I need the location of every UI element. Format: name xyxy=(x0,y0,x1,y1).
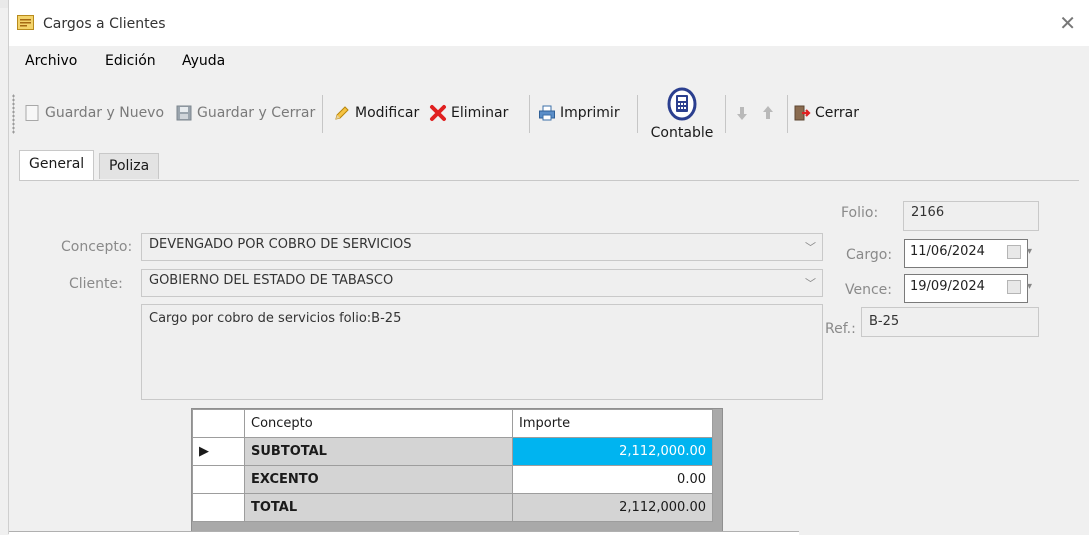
new-document-icon xyxy=(25,105,39,121)
table-row[interactable]: EXCENTO 0.00 xyxy=(192,465,713,494)
vence-value: 19/09/2024 xyxy=(910,279,985,294)
chevron-down-icon: ﹀ xyxy=(805,241,816,254)
menu-bar: Archivo Edición Ayuda xyxy=(9,46,1089,76)
folio-value: 2166 xyxy=(911,205,945,220)
contable-label: Contable xyxy=(650,125,714,141)
guardar-cerrar-button[interactable]: Guardar y Cerrar xyxy=(175,101,315,125)
arrow-down-icon xyxy=(737,107,747,120)
importes-grid: Concepto Importe ▶ SUBTOTAL 2,112,000.00… xyxy=(191,408,723,534)
column-header-concepto[interactable]: Concepto xyxy=(244,409,513,438)
move-down-button[interactable] xyxy=(733,101,755,125)
cliente-value: GOBIERNO DEL ESTADO DE TABASCO xyxy=(149,273,394,288)
concepto-label: Concepto: xyxy=(61,239,133,255)
vence-label: Vence: xyxy=(845,282,893,298)
eliminar-label: Eliminar xyxy=(451,105,509,121)
tab-strip: General Poliza xyxy=(19,150,1079,181)
ref-label: Ref.: xyxy=(825,321,856,337)
imprimir-button[interactable]: Imprimir xyxy=(538,101,620,125)
row-header-corner xyxy=(192,409,245,438)
pencil-icon xyxy=(335,106,349,120)
tab-poliza[interactable]: Poliza xyxy=(99,153,160,179)
menu-edicion[interactable]: Edición xyxy=(105,53,156,69)
cerrar-label: Cerrar xyxy=(815,105,859,121)
row-importe[interactable]: 0.00 xyxy=(512,465,713,494)
contable-button[interactable]: Contable xyxy=(647,85,717,143)
row-importe[interactable]: 2,112,000.00 xyxy=(512,493,713,522)
guardar-nuevo-button[interactable]: Guardar y Nuevo xyxy=(23,101,164,125)
vence-date-field[interactable]: 19/09/2024 ▾ xyxy=(904,274,1032,303)
general-panel: Folio: 2166 Concepto: DEVENGADO POR COBR… xyxy=(19,180,1079,535)
toolbar: Guardar y Nuevo Guardar y Cerrar Modific… xyxy=(9,77,1089,149)
concepto-value: DEVENGADO POR COBRO DE SERVICIOS xyxy=(149,237,412,252)
row-header xyxy=(192,465,245,494)
app-icon xyxy=(17,15,34,30)
row-concepto[interactable]: EXCENTO xyxy=(244,465,513,494)
printer-icon xyxy=(539,105,555,121)
close-window-button[interactable]: ✕ xyxy=(1059,11,1076,35)
guardar-cerrar-label: Guardar y Cerrar xyxy=(197,105,316,121)
guardar-nuevo-label: Guardar y Nuevo xyxy=(45,105,165,121)
chevron-down-icon: ﹀ xyxy=(805,277,816,290)
row-header xyxy=(192,493,245,522)
modificar-label: Modificar xyxy=(355,105,420,121)
descripcion-value: Cargo por cobro de servicios folio:B-25 xyxy=(149,311,402,326)
row-concepto[interactable]: TOTAL xyxy=(244,493,513,522)
title-bar: Cargos a Clientes ✕ xyxy=(9,0,1089,46)
folio-field[interactable]: 2166 xyxy=(903,201,1039,231)
floppy-disk-icon xyxy=(176,105,192,121)
toolbar-separator xyxy=(725,95,726,133)
modificar-button[interactable]: Modificar xyxy=(333,101,419,125)
arrow-up-icon xyxy=(763,106,773,119)
calculator-icon xyxy=(667,87,697,121)
delete-x-icon xyxy=(430,105,446,121)
overlapping-window-edge xyxy=(9,531,799,535)
ref-value: B-25 xyxy=(869,314,900,329)
row-importe[interactable]: 2,112,000.00 xyxy=(512,437,713,466)
toolbar-separator xyxy=(787,95,788,133)
menu-ayuda[interactable]: Ayuda xyxy=(182,53,225,69)
toolbar-separator xyxy=(322,95,323,133)
toolbar-separator xyxy=(529,95,530,133)
calendar-icon[interactable]: ▾ xyxy=(1007,280,1032,294)
eliminar-button[interactable]: Eliminar xyxy=(429,101,508,125)
cliente-combo[interactable]: GOBIERNO DEL ESTADO DE TABASCO ﹀ xyxy=(141,269,823,297)
cargos-window: Cargos a Clientes ✕ Archivo Edición Ayud… xyxy=(8,0,1089,535)
table-header-row: Concepto Importe xyxy=(192,409,713,438)
importes-table: Concepto Importe ▶ SUBTOTAL 2,112,000.00… xyxy=(192,409,713,522)
cliente-label: Cliente: xyxy=(69,276,123,292)
cargo-date-field[interactable]: 11/06/2024 ▾ xyxy=(904,239,1032,268)
imprimir-label: Imprimir xyxy=(560,105,620,121)
move-up-button[interactable] xyxy=(759,101,781,125)
window-title: Cargos a Clientes xyxy=(43,16,166,32)
calendar-icon[interactable]: ▾ xyxy=(1007,245,1032,259)
table-row[interactable]: ▶ SUBTOTAL 2,112,000.00 xyxy=(192,437,713,466)
table-row[interactable]: TOTAL 2,112,000.00 xyxy=(192,493,713,522)
exit-door-icon xyxy=(794,105,811,121)
column-header-importe[interactable]: Importe xyxy=(512,409,713,438)
current-row-indicator: ▶ xyxy=(192,437,245,466)
descripcion-textarea[interactable]: Cargo por cobro de servicios folio:B-25 xyxy=(141,304,823,400)
cargo-label: Cargo: xyxy=(846,247,893,263)
cargo-value: 11/06/2024 xyxy=(910,244,985,259)
ref-field[interactable]: B-25 xyxy=(861,307,1039,337)
toolbar-separator xyxy=(637,95,638,133)
toolbar-grip[interactable] xyxy=(12,94,15,134)
menu-archivo[interactable]: Archivo xyxy=(25,53,77,69)
row-concepto[interactable]: SUBTOTAL xyxy=(244,437,513,466)
folio-label: Folio: xyxy=(841,205,879,221)
cerrar-button[interactable]: Cerrar xyxy=(793,101,859,125)
concepto-combo[interactable]: DEVENGADO POR COBRO DE SERVICIOS ﹀ xyxy=(141,233,823,261)
tab-general[interactable]: General xyxy=(19,150,95,181)
